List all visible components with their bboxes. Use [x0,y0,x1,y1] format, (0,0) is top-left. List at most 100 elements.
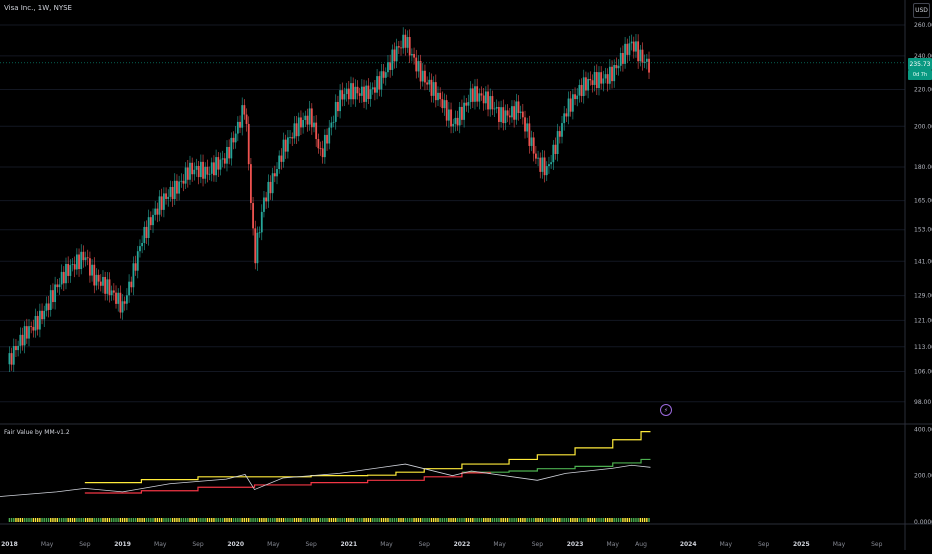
last-price-label: 235.73 [908,58,932,70]
candle-body [489,96,492,110]
candle-body [393,49,396,62]
indicator-histogram-bar [319,518,322,522]
indicator-histogram-bar [382,518,385,522]
candle-body [280,155,283,162]
indicator-histogram-bar [556,518,559,522]
indicator-histogram-bar [498,518,500,522]
indicator-histogram-bar [369,518,372,522]
indicator-histogram-bar [609,518,611,522]
candle-body [626,43,629,55]
currency-button[interactable]: USD [913,3,930,18]
time-axis-label: 2019 [114,541,131,548]
indicator-histogram-bar [387,518,389,522]
indicator-histogram-bar [243,518,246,522]
chart-canvas[interactable]: 260.00240.00220.00200.00180.00165.00153.… [0,0,932,550]
indicator-histogram-bar [589,518,591,522]
candle-body [310,108,313,128]
candle-body [204,166,207,179]
candle-body [613,65,616,82]
candle-body [241,105,244,128]
indicator-histogram-bar [34,518,37,522]
candle-body [337,101,339,112]
indicator-histogram-bar [596,518,598,522]
indicator-histogram-bar [613,518,615,522]
candle-body [41,310,43,320]
candle-body [65,263,67,284]
candle-body [34,315,37,331]
candle-body [10,353,13,365]
candle-body [378,76,381,90]
candle-body [23,326,26,346]
time-axis-label: 2024 [680,541,697,548]
indicator-histogram-bar [204,518,206,522]
indicator-histogram-bar [426,518,428,522]
indicator-histogram-bar [326,518,328,522]
candle-body [550,162,553,165]
indicator-histogram-bar [278,518,280,522]
candle-body [195,165,198,170]
candle-body [119,292,122,313]
time-axis-label: May [833,541,846,548]
indicator-histogram-bar [552,518,554,522]
indicator-histogram-bar [419,518,422,522]
candle-body [282,139,285,162]
time-axis-label: Sep [79,541,91,548]
candle-body [236,121,239,134]
time-axis-label: May [380,541,393,548]
indicator-histogram-bar [524,518,526,522]
candle-body [445,100,448,121]
indicator-histogram-bar [454,518,457,522]
indicator-histogram-bar [226,518,228,522]
candle-body [404,34,407,48]
candle-body [158,196,161,215]
candle-body [439,92,442,100]
candle-body [480,93,483,96]
time-axis-label: 2020 [227,541,244,548]
indicator-histogram-bar [580,518,583,522]
indicator-band-line [84,472,491,494]
indicator-band-line [461,458,651,473]
candle-body [430,79,433,96]
candle-body [598,72,600,89]
candle-body [91,264,93,276]
candle-body [552,144,555,163]
indicator-histogram-bar [633,518,635,522]
candle-body [232,137,235,143]
time-axis-label: May [720,541,733,548]
candle-body [356,86,359,94]
candle-body [180,180,183,182]
candle-body [252,203,254,229]
indicator-histogram-bar [358,518,361,522]
indicator-histogram-bar [191,518,193,522]
indicator-histogram-bar [372,518,374,522]
indicator-histogram-bar [23,518,26,522]
indicator-histogram-bar [126,518,128,522]
candle-body [371,87,374,90]
indicator-histogram-bar [485,518,487,522]
indicator-title[interactable]: Fair Value by MM-v1.2 [4,429,70,436]
indicator-histogram-bar [100,518,102,522]
candle-body [406,36,409,48]
indicator-histogram-bar [339,518,341,522]
candle-body [71,264,74,266]
indicator-histogram-bar [147,518,150,522]
lightning-icon[interactable]: ⚡ [660,404,672,416]
price-tick-label: 129.00 [914,293,932,300]
indicator-histogram-bar [476,518,478,522]
indicator-histogram-bar [200,518,202,522]
candle-body [162,193,165,210]
indicator-histogram-bar [480,518,483,522]
indicator-histogram-bar [478,518,481,522]
indicator-histogram-bar [620,518,622,522]
indicator-histogram-bar [263,518,265,522]
candle-body [215,157,217,176]
indicator-histogram-bar [328,518,330,522]
chart-area[interactable]: 260.00240.00220.00200.00180.00165.00153.… [0,0,932,550]
candle-body [526,123,529,132]
candle-body [330,122,333,128]
indicator-histogram-bar [308,518,311,522]
indicator-histogram-bar [539,518,541,522]
candle-body [134,263,137,271]
candle-body [602,78,605,84]
indicator-histogram-bar [413,518,415,522]
